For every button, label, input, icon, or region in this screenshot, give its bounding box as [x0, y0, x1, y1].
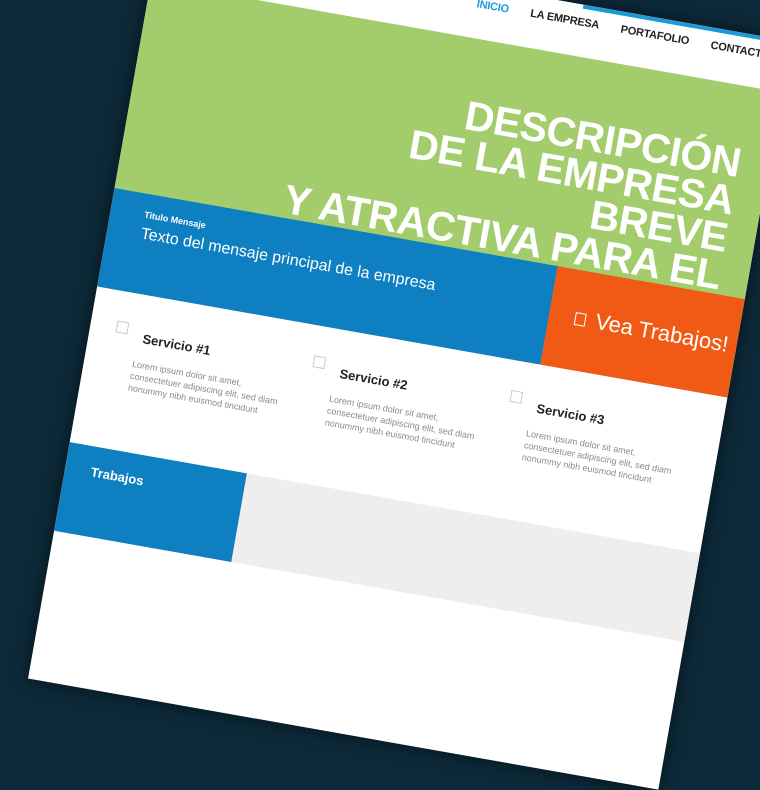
box-icon: [573, 311, 587, 327]
nav-item-portafolio[interactable]: PORTAFOLIO: [620, 24, 690, 48]
service-card: Servicio #1 Lorem ipsum dolor sit amet, …: [115, 320, 295, 415]
service-title: Servicio #3: [535, 400, 606, 428]
nav-item-la-empresa[interactable]: LA EMPRESA: [529, 8, 600, 32]
service-description: Lorem ipsum dolor sit amet, consectetuer…: [324, 393, 476, 450]
works-label: Trabajos: [89, 464, 145, 489]
nav-item-contacto[interactable]: CONTACTO: [710, 39, 760, 61]
service-description: Lorem ipsum dolor sit amet, consectetuer…: [127, 358, 279, 416]
checkbox-icon: [115, 320, 130, 335]
service-title: Servicio #1: [141, 331, 212, 359]
service-description: Lorem ipsum dolor sit amet, consectetuer…: [521, 428, 673, 485]
cta-label: Vea Trabajos!: [593, 308, 731, 357]
checkbox-icon: [312, 355, 327, 370]
cta-content: Vea Trabajos!: [573, 305, 731, 358]
service-card: Servicio #3 Lorem ipsum dolor sit amet, …: [509, 390, 688, 485]
service-card: Servicio #2 Lorem ipsum dolor sit amet, …: [312, 355, 491, 450]
service-title: Servicio #2: [338, 366, 409, 393]
website-mockup: INICIO LA EMPRESA PORTAFOLIO CONTACTO DE…: [28, 0, 760, 790]
nav-item-inicio[interactable]: INICIO: [476, 0, 510, 16]
checkbox-icon: [509, 390, 524, 404]
